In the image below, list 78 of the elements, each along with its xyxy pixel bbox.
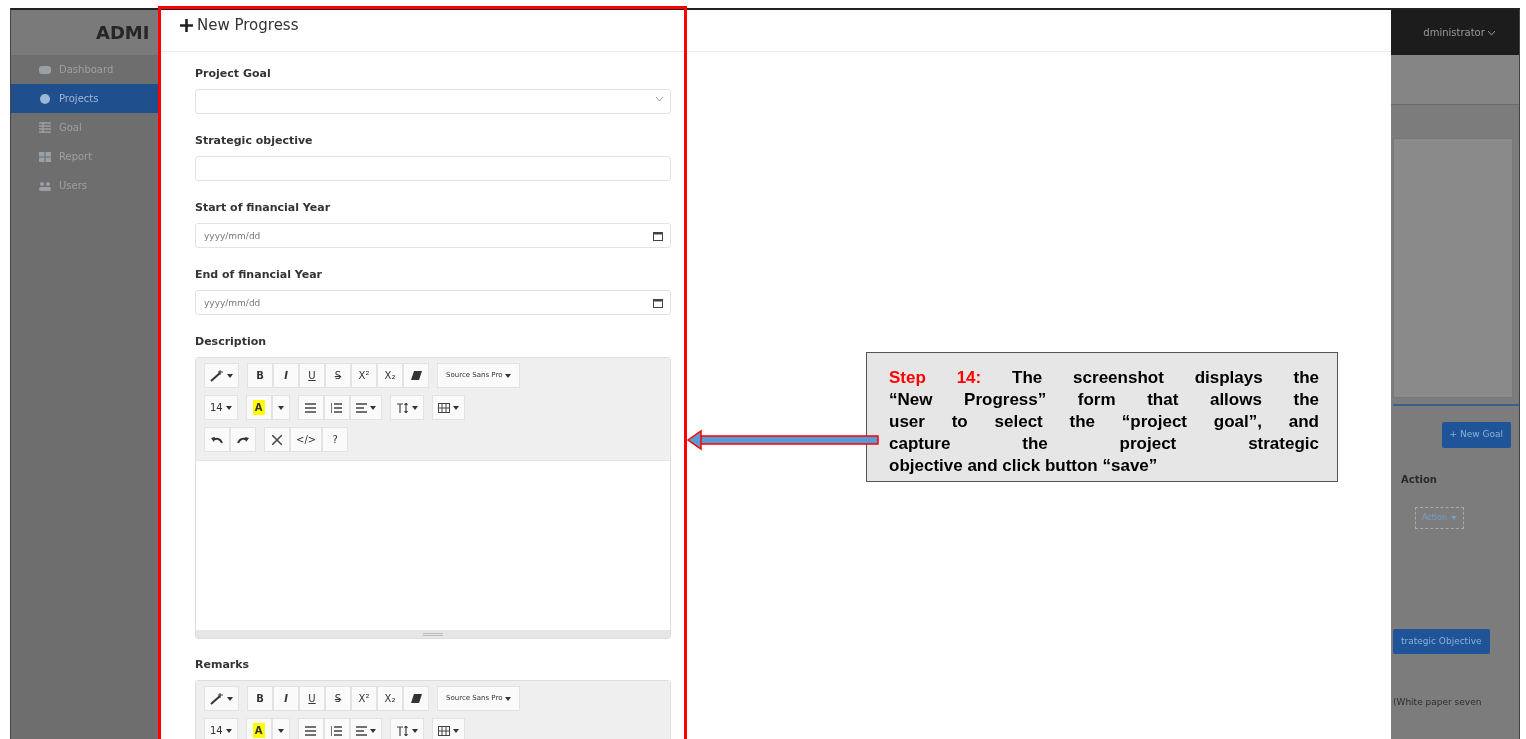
wand-icon [210, 692, 224, 705]
table-cell-text: (White paper seven [1393, 696, 1483, 709]
toolbar-button[interactable]: A [245, 395, 272, 420]
toolbar-button[interactable]: U [299, 363, 325, 388]
brand-title: ADMI [11, 10, 159, 55]
user-menu[interactable]: dministrator [1423, 25, 1495, 40]
field-label: Project Goal [195, 66, 272, 82]
toolbar-button[interactable] [204, 363, 239, 388]
toolbar-button[interactable] [431, 718, 465, 739]
chevron-icon [1488, 30, 1495, 36]
eraser-icon [410, 371, 422, 380]
modal-title: New Progress [197, 15, 299, 36]
toolbar-button[interactable]: X² [351, 686, 377, 711]
field-label: Start of financial Year [195, 200, 332, 216]
chevron-icon [656, 97, 663, 102]
field-label: Remarks [195, 657, 251, 673]
toolbar-button[interactable]: A [245, 718, 272, 739]
toolbar-button[interactable]: X² [351, 363, 377, 388]
list-icon [305, 725, 317, 736]
caret-icon [277, 405, 284, 410]
resize-handle-icon [423, 632, 443, 636]
caret-icon [277, 728, 284, 733]
calendar-icon [653, 231, 663, 241]
toolbar-button[interactable]: S [325, 363, 351, 388]
objective-button[interactable]: trategic Objective [1393, 628, 1490, 654]
grid-icon [39, 121, 51, 134]
toolbar-button[interactable]: 14 [204, 395, 238, 420]
input-field[interactable] [195, 156, 671, 181]
table-icon [437, 725, 450, 736]
expand-icon [272, 434, 282, 445]
toolbar-button[interactable]: 14 [204, 718, 238, 739]
toolbar-button[interactable]: U [299, 686, 325, 711]
toolbar-button[interactable] [389, 718, 424, 739]
align-icon [355, 402, 367, 413]
toolbar-button[interactable] [403, 686, 429, 711]
toolbar-button[interactable] [204, 686, 239, 711]
list-icon [305, 402, 317, 413]
table-icon [437, 402, 450, 413]
align-icon [355, 725, 367, 736]
eraser-icon [410, 694, 422, 703]
toolbar-button[interactable] [264, 427, 290, 452]
date-field[interactable]: yyyy/mm/dd [195, 290, 671, 315]
field-label: Strategic objective [195, 133, 314, 149]
toolbar-button[interactable] [230, 427, 256, 452]
field-label: Description [195, 334, 268, 350]
toolbar-button[interactable] [389, 395, 424, 420]
wand-icon [210, 369, 224, 382]
toolbar-button[interactable]: B [247, 363, 273, 388]
caret-icon [1451, 515, 1458, 520]
callout-text: Step 14: The screenshot displays the “New Progress” form that allows the user to select the “project goal”, and capture the project strategic objective and click button “save” [866, 352, 1338, 482]
column-header: Action [1401, 472, 1438, 487]
plus-icon [180, 19, 193, 32]
select-field[interactable] [195, 89, 671, 114]
toolbar-button[interactable]: </> [290, 427, 323, 452]
numbered-list-icon [331, 402, 343, 413]
toolbar-button[interactable] [431, 395, 465, 420]
sidebar-item[interactable]: Projects [11, 84, 159, 113]
toolbar-button[interactable]: B [247, 686, 273, 711]
toolbar-button[interactable]: I [273, 686, 299, 711]
toolbar-button[interactable]: I [273, 363, 299, 388]
date-field[interactable]: yyyy/mm/dd [195, 223, 671, 248]
redo-icon [237, 435, 249, 444]
dashboard-icon [39, 63, 51, 76]
toolbar-button[interactable]: X₂ [377, 363, 403, 388]
toolbar-button[interactable]: ? [322, 427, 349, 452]
toolbar-button[interactable]: S [325, 686, 351, 711]
circle-icon [39, 92, 51, 105]
table-icon [39, 150, 51, 163]
line-height-icon [395, 402, 409, 413]
users-icon [39, 179, 51, 192]
undo-icon [211, 435, 223, 444]
calendar-icon [653, 298, 663, 308]
field-label: End of financial Year [195, 267, 324, 283]
toolbar-button[interactable]: X₂ [377, 686, 403, 711]
line-height-icon [395, 725, 409, 736]
toolbar-button[interactable] [403, 363, 429, 388]
numbered-list-icon [331, 725, 343, 736]
toolbar-button[interactable] [204, 427, 230, 452]
